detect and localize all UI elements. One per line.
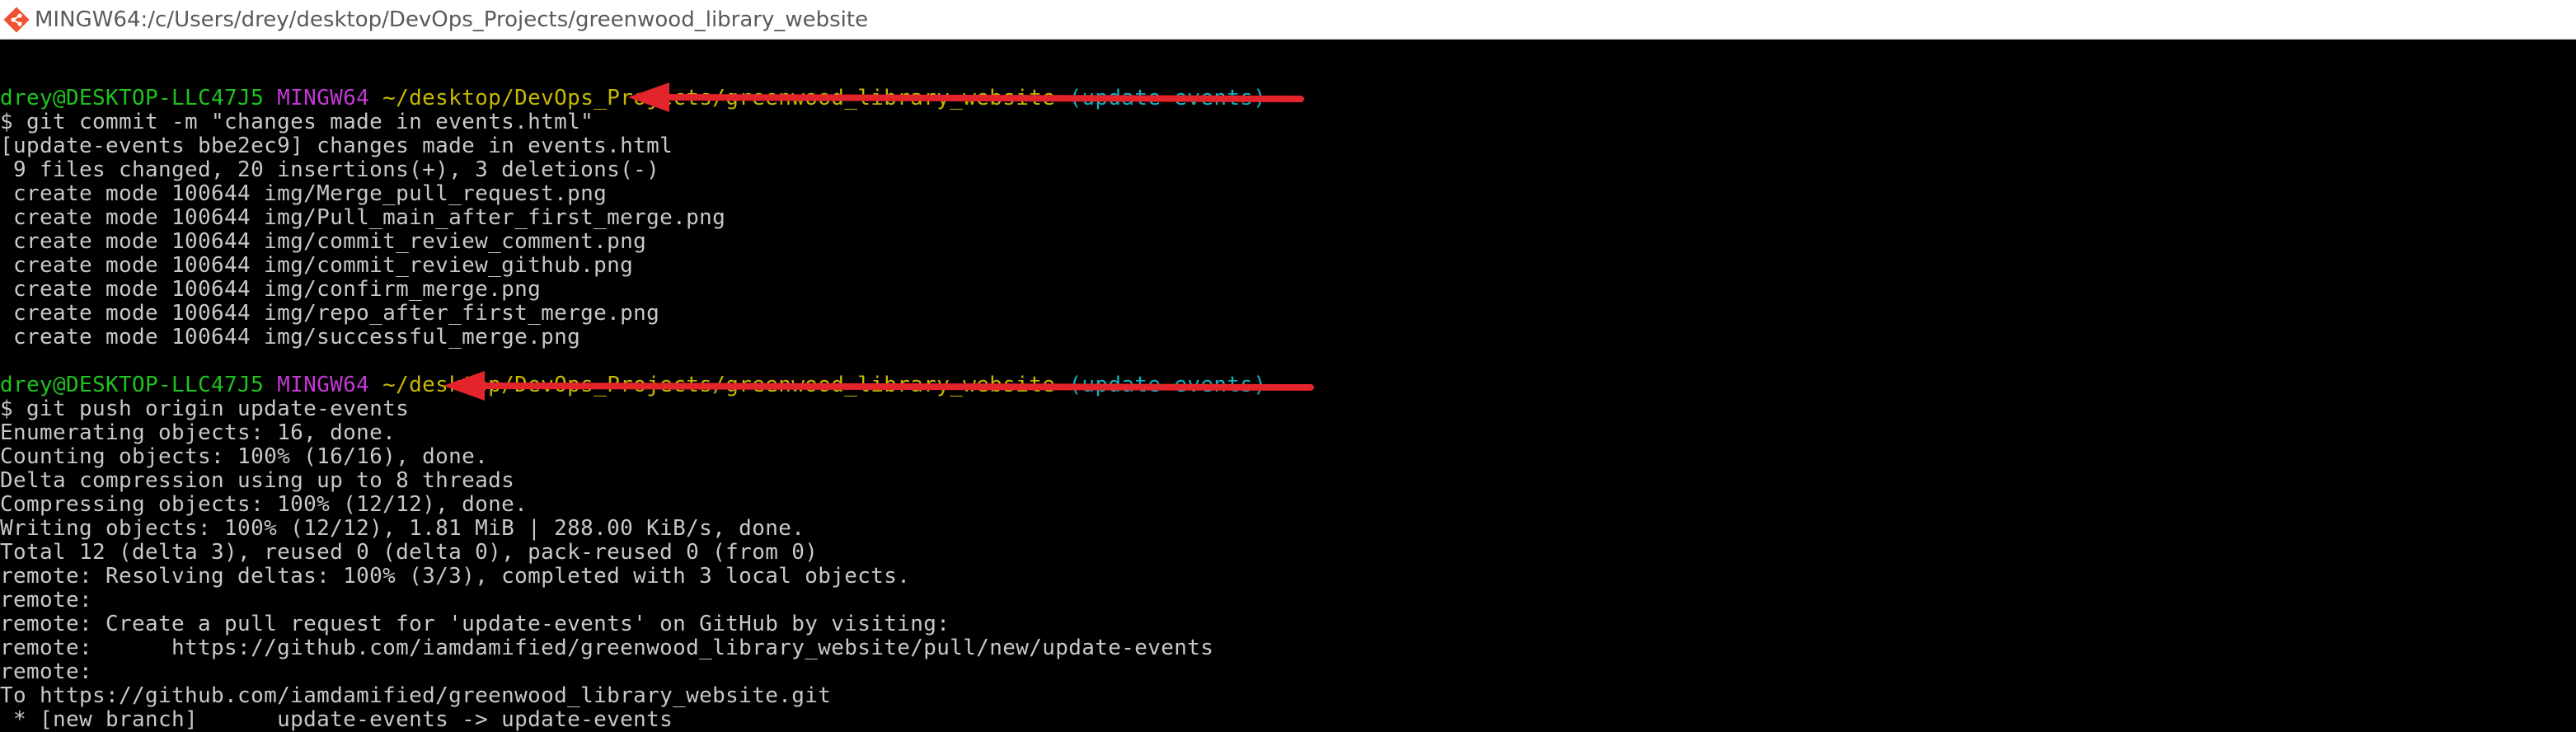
- prompt-path: ~/desktop/DevOps_Projects/greenwood_libr…: [382, 373, 1056, 397]
- prompt-user: drey@DESKTOP-LLC47J5: [0, 373, 265, 397]
- output-line: create mode 100644 img/Pull_main_after_f…: [0, 205, 726, 230]
- output-line: remote:: [0, 659, 93, 684]
- prompt-path: ~/desktop/DevOps_Projects/greenwood_libr…: [382, 86, 1056, 110]
- prompt-host: MINGW64: [277, 86, 370, 110]
- output-line: create mode 100644 img/confirm_merge.png: [0, 277, 542, 302]
- output-line: create mode 100644 img/repo_after_first_…: [0, 301, 660, 326]
- git-bash-icon: [3, 7, 30, 33]
- output-line: Counting objects: 100% (16/16), done.: [0, 444, 489, 469]
- output-line: remote:: [0, 588, 93, 612]
- prompt-branch: (update-events): [1068, 373, 1267, 397]
- output-line: To https://github.com/iamdamified/greenw…: [0, 683, 832, 708]
- output-line: create mode 100644 img/Merge_pull_reques…: [0, 181, 608, 206]
- output-line: remote: Create a pull request for 'updat…: [0, 612, 950, 636]
- command-line-commit: $ git commit -m "changes made in events.…: [0, 110, 594, 134]
- prompt-user: drey@DESKTOP-LLC47J5: [0, 86, 265, 110]
- output-line: Compressing objects: 100% (12/12), done.: [0, 492, 528, 517]
- output-line: create mode 100644 img/successful_merge.…: [0, 325, 581, 350]
- output-line: [update-events bbe2ec9] changes made in …: [0, 134, 673, 158]
- prompt-branch: (update-events): [1068, 86, 1267, 110]
- output-line: create mode 100644 img/commit_review_com…: [0, 229, 647, 254]
- output-line: 9 files changed, 20 insertions(+), 3 del…: [0, 157, 660, 182]
- prompt-line: drey@DESKTOP-LLC47J5 MINGW64 ~/desktop/D…: [0, 87, 2576, 110]
- command-line-push: $ git push origin update-events: [0, 396, 410, 421]
- window-titlebar[interactable]: MINGW64:/c/Users/drey/desktop/DevOps_Pro…: [0, 0, 2576, 40]
- output-line: Total 12 (delta 3), reused 0 (delta 0), …: [0, 540, 819, 565]
- window-title: MINGW64:/c/Users/drey/desktop/DevOps_Pro…: [35, 7, 869, 32]
- output-line: Enumerating objects: 16, done.: [0, 420, 396, 445]
- output-line: Writing objects: 100% (12/12), 1.81 MiB …: [0, 516, 805, 541]
- terminal-output[interactable]: drey@DESKTOP-LLC47J5 MINGW64 ~/desktop/D…: [0, 63, 2576, 732]
- output-line: * [new branch] update-events -> update-e…: [0, 707, 673, 732]
- output-line: remote: https://github.com/iamdamified/g…: [0, 636, 1214, 660]
- output-line: remote: Resolving deltas: 100% (3/3), co…: [0, 564, 911, 589]
- output-line: create mode 100644 img/commit_review_git…: [0, 253, 634, 278]
- prompt-line: drey@DESKTOP-LLC47J5 MINGW64 ~/desktop/D…: [0, 373, 2576, 397]
- prompt-host: MINGW64: [277, 373, 370, 397]
- output-line: Delta compression using up to 8 threads: [0, 468, 515, 493]
